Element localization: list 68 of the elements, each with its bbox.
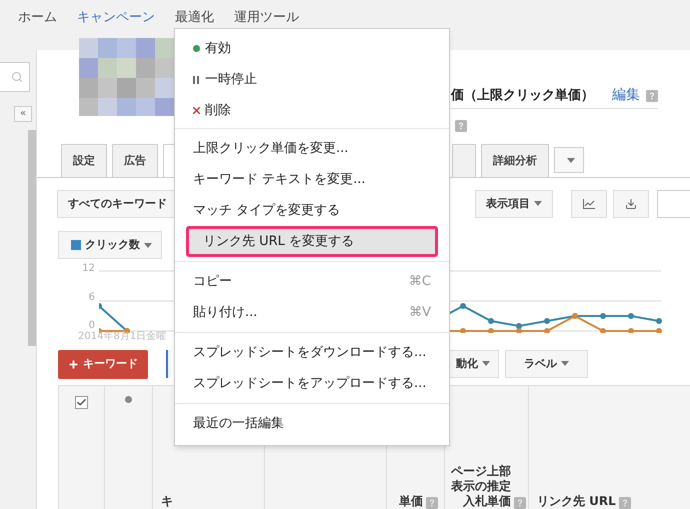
menu-item[interactable]: 一時停止 [175, 64, 449, 95]
menu-item-label: 最近の一括編集 [193, 414, 284, 433]
help-icon[interactable] [426, 497, 438, 509]
collapse-button[interactable]: « [14, 106, 32, 122]
menu-item-label: コピー [193, 272, 232, 291]
menu-item[interactable]: 上限クリック単価を変更... [175, 133, 449, 164]
metric-dropdown[interactable]: クリック数 [58, 231, 162, 259]
menu-item[interactable]: 削除 [175, 95, 449, 126]
menu-item[interactable]: 有効 [175, 33, 449, 64]
axis-tick-label: 0 [88, 321, 95, 331]
plus-icon [68, 358, 79, 370]
menu-item-label: 一時停止 [205, 70, 257, 89]
shortcut-label: ⌘V [409, 304, 431, 322]
menu-item[interactable]: コピー ⌘C [175, 266, 449, 297]
edit-link[interactable]: 編集 [612, 85, 640, 106]
caret-icon [144, 242, 152, 248]
menu-item[interactable]: リンク先 URL を変更する [186, 226, 438, 257]
column-header[interactable]: キ [161, 494, 173, 509]
pause-icon [193, 76, 199, 84]
axis-tick-label: 6 [88, 292, 95, 302]
menu-item-label: 貼り付け... [193, 304, 258, 322]
column-header[interactable]: ページ上部表示の推定入札単価 [447, 464, 511, 509]
add-keyword-button[interactable]: キーワード [58, 350, 148, 378]
help-icon[interactable] [455, 120, 467, 132]
chart-icon [583, 199, 595, 209]
menu-item[interactable]: 貼り付け... ⌘V [175, 297, 449, 328]
menu-item-label: スプレッドシートをアップロードする... [193, 374, 426, 393]
tab[interactable]: 設定 [61, 144, 107, 177]
menu-item-label: キーワード テキストを変更... [193, 170, 366, 189]
tab[interactable]: 詳細分析 [481, 144, 549, 177]
checkbox[interactable] [75, 396, 88, 409]
menu-item[interactable]: 最近の一括編集 [175, 408, 449, 439]
help-icon[interactable] [514, 497, 526, 509]
search-field[interactable] [0, 62, 30, 92]
caret-icon [482, 361, 490, 366]
menu-item-label: 上限クリック単価を変更... [193, 140, 348, 158]
dropdown-button[interactable]: ラベル [505, 350, 588, 378]
menu-item-label: 有効 [205, 40, 231, 58]
tab[interactable]: 広告 [112, 144, 158, 177]
menu-item-label: マッチ タイプを変更する [193, 202, 340, 220]
tab[interactable] [452, 144, 476, 177]
chart-date-label: 2014年8月1日金曜 [78, 330, 166, 344]
menu-item-label: リンク先 URL を変更する [203, 232, 354, 251]
column-header[interactable]: リンク先 URL [537, 494, 616, 509]
bid-label: 価（上限クリック単価） [451, 86, 594, 105]
menu-item-label: 削除 [205, 102, 231, 120]
nav-tab[interactable]: ホーム [18, 10, 57, 25]
nav-tab[interactable]: キャンペーン [77, 10, 155, 25]
toolbar-button[interactable] [166, 350, 171, 378]
column-header[interactable]: 単価 [399, 494, 423, 509]
nav-tab[interactable]: 運用ツール [234, 10, 299, 25]
help-icon[interactable] [646, 90, 658, 102]
more-tabs-button[interactable] [554, 147, 584, 173]
search-icon [11, 71, 23, 83]
download-icon [625, 198, 637, 210]
help-icon[interactable] [618, 497, 631, 509]
caret-icon [561, 361, 569, 366]
caret-icon [567, 158, 575, 162]
menu-item-label: スプレッドシートをダウンロードする... [193, 344, 426, 362]
chart-button[interactable] [571, 190, 607, 218]
columns-dropdown[interactable]: 表示項目 [475, 190, 553, 218]
axis-tick-label: 12 [82, 264, 95, 274]
close-icon [193, 107, 200, 114]
input-field[interactable] [657, 190, 690, 218]
shortcut-label: ⌘C [408, 272, 431, 291]
nav-tab[interactable]: 最適化 [175, 10, 214, 25]
download-button[interactable] [613, 190, 649, 218]
caret-icon [534, 201, 542, 206]
